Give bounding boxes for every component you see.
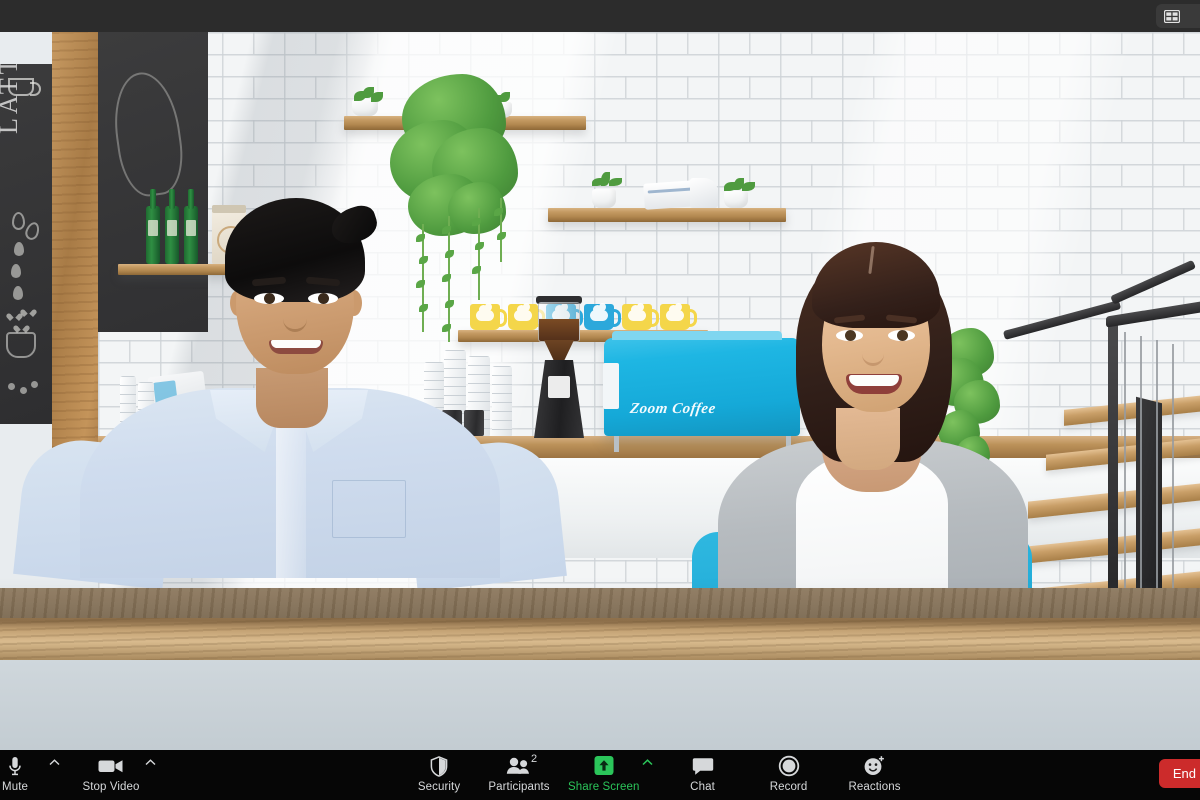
coffee-mug <box>622 303 659 330</box>
meeting-toolbar: Mute Stop Video Security 2 Participants … <box>0 750 1200 800</box>
reactions-icon <box>863 755 886 777</box>
record-icon <box>778 755 800 777</box>
end-call-button[interactable]: End <box>1158 759 1200 788</box>
chalk-drop-icon <box>11 264 21 278</box>
hair <box>812 242 940 328</box>
potted-plant <box>352 87 383 116</box>
chalk-bean-icon <box>8 383 15 390</box>
chalkboard-text: LATTE <box>0 64 23 134</box>
chalk-pot-icon <box>6 332 36 358</box>
mouth <box>846 374 902 394</box>
mute-button[interactable]: Mute <box>0 750 46 794</box>
potted-plant <box>488 92 512 118</box>
chalk-heart-icon <box>10 314 19 322</box>
participant-right-figure <box>692 202 1060 642</box>
meeting-top-bar <box>0 0 1200 32</box>
chalkboard-sign: LATTE <box>0 64 52 424</box>
share-screen-options-caret[interactable] <box>640 750 656 796</box>
security-label: Security <box>417 781 461 793</box>
participant-left-figure <box>13 162 567 592</box>
railing-cable <box>1124 332 1126 600</box>
reactions-label: Reactions <box>848 781 901 793</box>
folded-towel <box>643 180 697 210</box>
eye <box>308 293 338 304</box>
chalk-drop-icon <box>13 286 23 300</box>
share-screen-button[interactable]: Share Screen <box>568 750 640 794</box>
mouth <box>269 340 323 354</box>
microphone-icon <box>8 755 22 777</box>
eye <box>888 330 915 341</box>
potted-plant <box>592 172 622 208</box>
video-camera-icon <box>98 755 124 777</box>
machine-leg <box>614 436 619 452</box>
shirt-pocket <box>332 480 406 538</box>
chat-label: Chat <box>690 781 715 793</box>
chalk-drop-icon <box>14 242 24 256</box>
video-tile[interactable]: LATTE <box>0 32 1200 750</box>
shield-icon <box>430 755 448 777</box>
view-button[interactable] <box>1156 4 1200 28</box>
share-screen-icon <box>592 755 616 777</box>
chalk-bean-icon <box>12 212 25 230</box>
eye <box>836 330 863 341</box>
record-label: Record <box>769 781 808 793</box>
railing-cable <box>1172 344 1174 610</box>
foreground-wood-counter <box>0 588 1200 660</box>
floor <box>0 660 1200 750</box>
neck <box>256 368 328 428</box>
participants-icon <box>506 755 533 777</box>
virtual-background-scene: LATTE <box>0 32 1200 750</box>
railing-cable <box>1156 340 1158 608</box>
neck <box>836 408 900 470</box>
wall-shelf <box>344 116 586 130</box>
nose <box>283 306 307 332</box>
mute-label: Mute <box>2 781 28 793</box>
participants-label: Participants <box>488 781 550 793</box>
coffee-grinder <box>528 296 590 440</box>
zoom-meeting-window: LATTE <box>0 0 1200 800</box>
participants-count-badge: 2 <box>531 753 538 765</box>
security-button[interactable]: Security <box>408 750 470 794</box>
share-screen-label: Share Screen <box>568 781 640 793</box>
stair-post <box>1108 318 1118 618</box>
hair <box>225 198 365 302</box>
chalk-bean-icon <box>23 220 42 242</box>
eye <box>254 293 284 304</box>
video-options-caret[interactable] <box>142 750 158 796</box>
chat-button[interactable]: Chat <box>672 750 734 794</box>
gallery-view-icon <box>1164 9 1180 23</box>
stop-video-button[interactable]: Stop Video <box>80 750 142 794</box>
nose <box>862 342 884 366</box>
mute-options-caret[interactable] <box>46 750 62 796</box>
chat-bubble-icon <box>692 755 714 777</box>
record-button[interactable]: Record <box>758 750 820 794</box>
stop-video-label: Stop Video <box>82 781 140 793</box>
railing-cable <box>1140 336 1142 604</box>
chalk-bean-icon <box>31 381 38 388</box>
participants-button[interactable]: 2 Participants <box>488 750 550 794</box>
reactions-button[interactable]: Reactions <box>844 750 906 794</box>
coffee-mug <box>660 303 697 330</box>
chalk-bean-icon <box>20 387 27 394</box>
chalk-heart-icon <box>24 310 33 318</box>
